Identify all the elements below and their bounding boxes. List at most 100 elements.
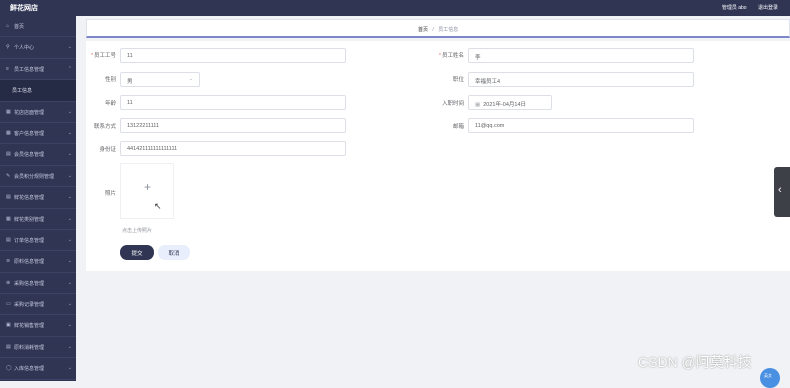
doc-icon: ▤ bbox=[6, 236, 11, 243]
plus-icon: + bbox=[144, 180, 152, 194]
sidebar-item-label: 鲜花信息管理 bbox=[14, 195, 45, 202]
entry-date-value: 2021年-04月14日 bbox=[483, 102, 527, 108]
sidebar-item[interactable]: ▣ 鲜花销售管理 ⌄ bbox=[0, 315, 76, 337]
sidebar: ⌂ 首页 ⚲ 个人中心 ⌄ ≡ 员工信息管理 ⌃ 员工信息 ▦ 花店店面管理 ⌄ ▦ 客户信息管理 ⌄ ▤ 会员… bbox=[0, 16, 76, 381]
chevron-down-icon: ⌄ bbox=[67, 322, 72, 329]
chevron-down-icon: ⌄ bbox=[67, 301, 72, 308]
user-icon: ⚲ bbox=[6, 44, 10, 51]
grid-icon: ▦ bbox=[6, 108, 11, 115]
phone-label: 联系方式 bbox=[93, 124, 116, 130]
chevron-down-icon: ⌄ bbox=[67, 343, 72, 350]
sidebar-item[interactable]: ⊕ 采购信息管理 ⌄ bbox=[0, 273, 76, 295]
sidebar-item[interactable]: ▦ 鲜花类别管理 ⌄ bbox=[0, 209, 76, 230]
mouse-cursor-icon: ↖ bbox=[154, 201, 162, 211]
grid-icon: ▦ bbox=[6, 215, 11, 222]
gender-label: 性别 bbox=[104, 77, 116, 83]
chevron-down-icon: ⌄ bbox=[67, 236, 72, 243]
avatar-text: 英文 bbox=[764, 373, 772, 378]
employee-no-label: *员工工号 bbox=[90, 53, 116, 59]
chevron-down-icon: ⌄ bbox=[67, 279, 72, 286]
sidebar-item-label: 客户信息管理 bbox=[14, 130, 45, 137]
age-label: 年龄 bbox=[104, 101, 116, 107]
chevron-up-icon: ⌃ bbox=[67, 65, 72, 72]
sidebar-item[interactable]: ◯ 入库信息管理 ⌄ bbox=[0, 358, 76, 380]
position-input[interactable]: 幸福员工4 bbox=[468, 72, 694, 87]
chevron-down-icon: ⌄ bbox=[67, 365, 72, 372]
chevron-down-icon: ⌄ bbox=[67, 44, 72, 51]
breadcrumb-home[interactable]: 首页 bbox=[418, 27, 428, 33]
cart-icon: ⊕ bbox=[6, 279, 11, 286]
chevron-down-icon: ⌄ bbox=[67, 172, 72, 179]
breadcrumb-bar: 首页 / 员工信息 bbox=[86, 19, 790, 38]
calendar-icon: ▦ bbox=[475, 102, 481, 108]
sidebar-item-label: 鲜花类别管理 bbox=[14, 216, 45, 223]
phone-input[interactable]: 13122211111 bbox=[120, 118, 346, 133]
upload-tip: 点击上传照片 bbox=[122, 228, 153, 234]
edit-icon: ✎ bbox=[6, 172, 11, 179]
app-title: 鲜花网店 bbox=[10, 5, 38, 12]
employee-name-label: *员工姓名 bbox=[438, 53, 464, 59]
employee-form: *员工工号 11 *员工姓名 李 性别 男 ⌄ 职位 幸福员工4 年龄 11 入职… bbox=[86, 41, 790, 271]
sidebar-item[interactable]: ⚲ 个人中心 ⌄ bbox=[0, 37, 76, 59]
employee-no-input[interactable]: 11 bbox=[120, 48, 346, 63]
chevron-down-icon: ⌄ bbox=[67, 129, 72, 136]
sidebar-item-label: 首页 bbox=[14, 24, 25, 30]
gender-value: 男 bbox=[127, 79, 133, 85]
chevron-left-icon: ‹ bbox=[778, 184, 782, 196]
photo-label: 照片 bbox=[104, 191, 116, 197]
sidebar-item-label: 花店店面管理 bbox=[14, 109, 45, 116]
sidebar-item-label: 会员信息管理 bbox=[14, 152, 45, 159]
current-user[interactable]: 管理员 abo bbox=[722, 5, 747, 11]
sidebar-item-label: 员工信息 bbox=[12, 88, 33, 95]
sidebar-item-label: 会员积分规则管理 bbox=[14, 173, 55, 180]
list-icon: ≡ bbox=[6, 65, 9, 72]
email-input[interactable]: 11@qq.com bbox=[468, 118, 694, 133]
chevron-down-icon: ⌄ bbox=[67, 108, 72, 115]
age-input[interactable]: 11 bbox=[120, 95, 346, 110]
watermark: CSDN @阿莫科技 bbox=[638, 354, 752, 370]
position-label: 职位 bbox=[452, 77, 464, 83]
chevron-down-icon: ⌄ bbox=[188, 76, 193, 82]
id-card-input[interactable]: 441421111111111111 bbox=[120, 141, 346, 156]
submit-button[interactable]: 提交 bbox=[120, 245, 154, 260]
collapse-panel-handle[interactable]: ‹ bbox=[774, 167, 790, 217]
sidebar-item[interactable]: ⌂ 首页 bbox=[0, 16, 76, 38]
sidebar-item-label: 员工信息管理 bbox=[14, 66, 45, 73]
sidebar-item[interactable]: ✎ 会员积分规则管理 ⌄ bbox=[0, 166, 76, 188]
sidebar-item[interactable]: ≡ 员工信息管理 ⌃ bbox=[0, 59, 76, 81]
sidebar-item[interactable]: ▤ 会员信息管理 ⌄ bbox=[0, 144, 76, 166]
sidebar-item[interactable]: ▭ 采购记录管理 ⌄ bbox=[0, 294, 76, 316]
doc-icon: ▤ bbox=[6, 194, 11, 201]
breadcrumb-current: 员工信息 bbox=[438, 27, 459, 33]
sidebar-item[interactable]: ▦ 客户信息管理 ⌄ bbox=[0, 123, 76, 145]
breadcrumb-separator: / bbox=[432, 27, 434, 33]
sidebar-item[interactable]: ▤ 鲜花信息管理 ⌄ bbox=[0, 187, 76, 209]
doc-icon: ≋ bbox=[6, 258, 11, 265]
sidebar-item-label: 采购记录管理 bbox=[14, 302, 45, 309]
doc-icon: ▣ bbox=[6, 322, 11, 329]
entry-date-label: 入职时间 bbox=[441, 101, 464, 107]
header-actions: 管理员 abo 退出登录 bbox=[712, 4, 778, 11]
sidebar-item[interactable]: ≋ 原料信息管理 ⌄ bbox=[0, 251, 76, 273]
home-icon: ⌂ bbox=[6, 23, 10, 29]
grid-icon: ▦ bbox=[6, 129, 11, 136]
sidebar-item[interactable]: 员工信息 bbox=[0, 80, 76, 102]
circle-icon: ◯ bbox=[6, 365, 12, 372]
sidebar-item[interactable]: ▦ 花店店面管理 ⌄ bbox=[0, 102, 76, 123]
entry-date-picker[interactable]: ▦ 2021年-04月14日 bbox=[468, 95, 552, 110]
employee-name-input[interactable]: 李 bbox=[468, 48, 694, 63]
cancel-button[interactable]: 取消 bbox=[158, 245, 190, 260]
chevron-down-icon: ⌄ bbox=[67, 194, 72, 201]
gender-select[interactable]: 男 ⌄ bbox=[120, 72, 200, 87]
sidebar-item[interactable]: ▤ 原料消耗管理 ⌄ bbox=[0, 337, 76, 359]
sidebar-item[interactable]: ▤ 订单信息管理 ⌄ bbox=[0, 230, 76, 252]
id-card-label: 身份证 bbox=[99, 147, 116, 153]
sidebar-item-label: 采购信息管理 bbox=[14, 280, 45, 287]
doc-icon: ▤ bbox=[6, 151, 11, 158]
sidebar-item-label: 原料消耗管理 bbox=[14, 344, 45, 351]
sidebar-item-label: 订单信息管理 bbox=[14, 237, 45, 244]
doc-icon: ▭ bbox=[6, 301, 11, 308]
breadcrumb: 首页 / 员工信息 bbox=[418, 26, 458, 33]
logout-button[interactable]: 退出登录 bbox=[758, 5, 778, 11]
photo-upload[interactable]: + bbox=[120, 163, 174, 219]
